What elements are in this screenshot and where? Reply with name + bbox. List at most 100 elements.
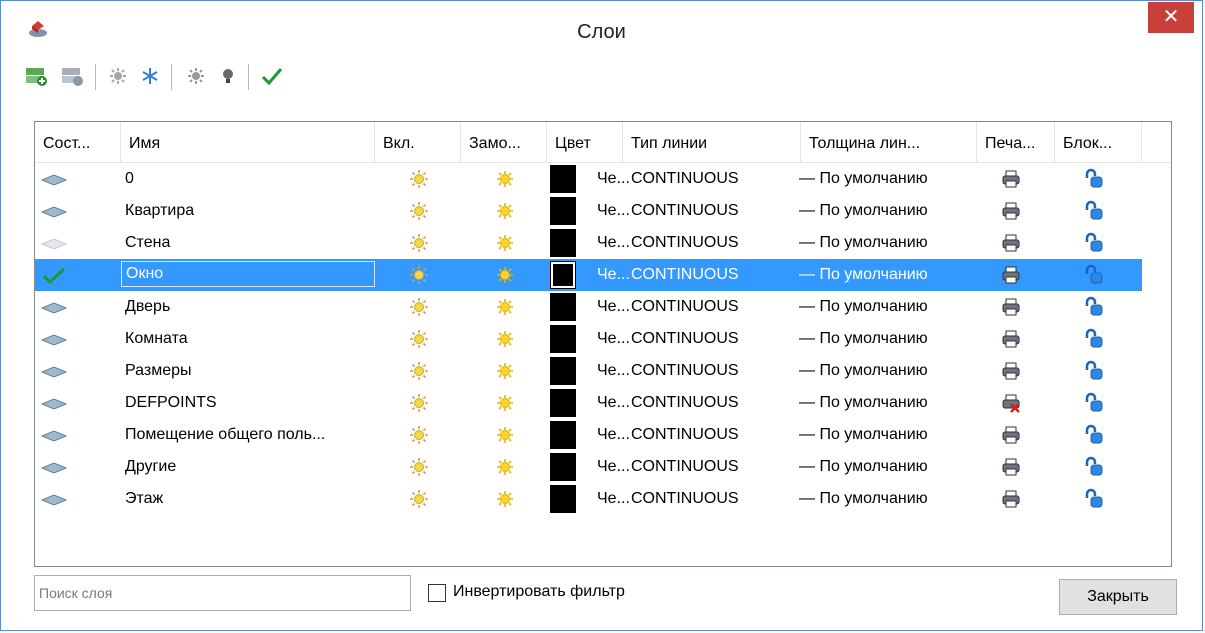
layer-state-icon[interactable]	[40, 460, 68, 476]
layer-lineweight[interactable]: — По умолчанию	[799, 163, 979, 195]
unlock-padlock-icon[interactable]	[1083, 488, 1103, 508]
layer-freeze-sun-icon[interactable]	[495, 393, 515, 413]
layer-color-swatch[interactable]	[550, 485, 576, 513]
layer-color-swatch[interactable]	[550, 197, 576, 225]
layer-on-bulb-icon[interactable]	[409, 329, 429, 349]
layer-freeze-sun-icon[interactable]	[495, 233, 515, 253]
layer-on-bulb-icon[interactable]	[409, 457, 429, 477]
layer-linetype[interactable]: CONTINUOUS	[631, 195, 801, 227]
layer-row[interactable]: Стена Че... CONTINUOUS — По умолчанию	[35, 227, 1142, 259]
layer-color-name[interactable]: Че...	[597, 355, 633, 387]
layer-color-name[interactable]: Че...	[597, 419, 633, 451]
layer-color-swatch[interactable]	[550, 453, 576, 481]
layer-color-name[interactable]: Че...	[597, 163, 633, 195]
unlock-padlock-icon[interactable]	[1083, 200, 1103, 220]
layer-state-icon[interactable]	[40, 492, 68, 508]
layers-grid[interactable]: Сост... Имя Вкл. Замо... Цвет Тип линии …	[34, 121, 1172, 567]
layer-row[interactable]: 0 Че... CONTINUOUS — По умолчанию	[35, 163, 1142, 195]
freeze-all-icon[interactable]	[135, 61, 165, 91]
layer-lineweight[interactable]: — По умолчанию	[799, 323, 979, 355]
layer-row[interactable]: Квартира Че... CONTINUOUS — По умолчанию	[35, 195, 1142, 227]
all-on-icon[interactable]	[181, 61, 211, 91]
window-close-button[interactable]: ✕	[1148, 2, 1194, 33]
layer-linetype[interactable]: CONTINUOUS	[631, 355, 801, 387]
layer-on-bulb-icon[interactable]	[409, 265, 429, 285]
layer-name[interactable]: 0	[121, 163, 375, 195]
column-header-lineweight[interactable]: Толщина лин...	[801, 122, 977, 162]
layer-lineweight[interactable]: — По умолчанию	[799, 387, 979, 419]
layer-lineweight[interactable]: — По умолчанию	[799, 291, 979, 323]
plot-printer-icon[interactable]	[1001, 201, 1021, 221]
plot-printer-icon[interactable]	[1001, 457, 1021, 477]
column-header-lock[interactable]: Блок...	[1055, 122, 1142, 162]
set-current-check-icon[interactable]	[257, 61, 287, 91]
layer-lineweight[interactable]: — По умолчанию	[799, 355, 979, 387]
layer-freeze-sun-icon[interactable]	[495, 201, 515, 221]
new-layer-icon[interactable]	[21, 61, 51, 91]
layer-linetype[interactable]: CONTINUOUS	[631, 483, 801, 515]
layer-color-swatch[interactable]	[550, 421, 576, 449]
layer-linetype[interactable]: CONTINUOUS	[631, 227, 801, 259]
layer-name[interactable]: Стена	[121, 227, 375, 259]
layer-row[interactable]: Окно Че... CONTINUOUS — По умолчанию	[35, 259, 1142, 291]
layer-linetype[interactable]: CONTINUOUS	[631, 419, 801, 451]
layer-state-icon[interactable]	[40, 172, 68, 188]
layer-color-swatch[interactable]	[550, 165, 576, 193]
layer-name[interactable]: Дверь	[121, 291, 375, 323]
delete-layer-icon[interactable]	[57, 61, 87, 91]
layer-color-name[interactable]: Че...	[597, 483, 633, 515]
column-header-on[interactable]: Вкл.	[375, 122, 461, 162]
unlock-padlock-icon[interactable]	[1083, 328, 1103, 348]
layer-linetype[interactable]: CONTINUOUS	[631, 323, 801, 355]
plot-printer-icon[interactable]	[1001, 297, 1021, 317]
layer-color-swatch[interactable]	[550, 293, 576, 321]
unlock-padlock-icon[interactable]	[1083, 168, 1103, 188]
unlock-padlock-icon[interactable]	[1083, 232, 1103, 252]
plot-printer-icon[interactable]	[1001, 233, 1021, 253]
layer-color-swatch[interactable]	[550, 325, 576, 353]
layer-row[interactable]: Этаж Че... CONTINUOUS — По умолчанию	[35, 483, 1142, 515]
layer-on-bulb-icon[interactable]	[409, 393, 429, 413]
plot-printer-icon[interactable]	[1001, 265, 1021, 285]
unlock-padlock-icon[interactable]	[1083, 456, 1103, 476]
no-plot-printer-icon[interactable]	[1001, 393, 1021, 413]
plot-printer-icon[interactable]	[1001, 329, 1021, 349]
layer-linetype[interactable]: CONTINUOUS	[631, 163, 801, 195]
layer-freeze-sun-icon[interactable]	[495, 457, 515, 477]
unlock-padlock-icon[interactable]	[1083, 264, 1103, 284]
layer-state-icon[interactable]	[40, 364, 68, 380]
layer-name-edit[interactable]: Окно	[121, 261, 375, 287]
layer-freeze-sun-icon[interactable]	[495, 265, 515, 285]
title-bar[interactable]: Слои ✕	[1, 1, 1202, 53]
unlock-padlock-icon[interactable]	[1083, 296, 1103, 316]
layer-freeze-sun-icon[interactable]	[495, 297, 515, 317]
layer-linetype[interactable]: CONTINUOUS	[631, 387, 801, 419]
column-header-color[interactable]: Цвет	[547, 122, 623, 162]
column-header-state[interactable]: Сост...	[35, 122, 121, 162]
layer-state-icon[interactable]	[40, 428, 68, 444]
layer-name[interactable]: Помещение общего поль...	[121, 419, 375, 451]
column-header-name[interactable]: Имя	[121, 122, 375, 162]
layer-color-swatch[interactable]	[550, 229, 576, 257]
layer-state-icon[interactable]	[40, 204, 68, 220]
layer-row[interactable]: Помещение общего поль... Че... CONTINUOUS —…	[35, 419, 1142, 451]
thaw-all-icon[interactable]	[103, 61, 133, 91]
layer-on-bulb-icon[interactable]	[409, 361, 429, 381]
column-header-freeze[interactable]: Замо...	[461, 122, 547, 162]
plot-printer-icon[interactable]	[1001, 361, 1021, 381]
layer-color-name[interactable]: Че...	[597, 451, 633, 483]
layer-name[interactable]: DEFPOINTS	[121, 387, 375, 419]
layer-row[interactable]: Размеры Че... CONTINUOUS — По умолчанию	[35, 355, 1142, 387]
layer-state-icon[interactable]	[40, 236, 68, 252]
layer-on-bulb-icon[interactable]	[409, 297, 429, 317]
layer-linetype[interactable]: CONTINUOUS	[631, 291, 801, 323]
layer-on-bulb-icon[interactable]	[409, 489, 429, 509]
layer-name[interactable]: Этаж	[121, 483, 375, 515]
unlock-padlock-icon[interactable]	[1083, 424, 1103, 444]
layer-name[interactable]: Комната	[121, 323, 375, 355]
layer-freeze-sun-icon[interactable]	[495, 361, 515, 381]
layer-name[interactable]: Квартира	[121, 195, 375, 227]
layer-freeze-sun-icon[interactable]	[495, 169, 515, 189]
column-header-linetype[interactable]: Тип линии	[623, 122, 801, 162]
plot-printer-icon[interactable]	[1001, 489, 1021, 509]
